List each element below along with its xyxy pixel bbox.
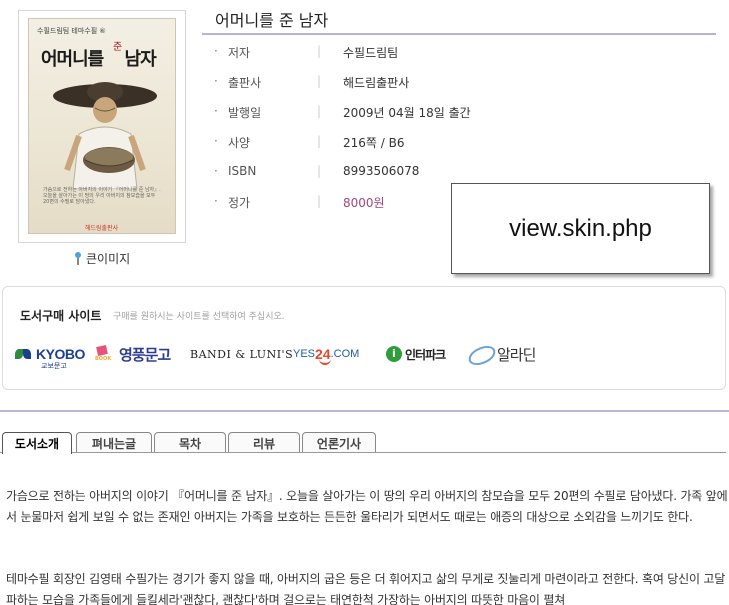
kyobo-logo-icon bbox=[15, 347, 33, 361]
aladin-name: 알라딘 bbox=[497, 345, 536, 364]
tab-intro[interactable]: 도서소개 bbox=[2, 432, 72, 454]
info-separator: | bbox=[317, 164, 322, 178]
bullet-icon: · bbox=[214, 74, 218, 88]
info-label: 출판사 bbox=[228, 76, 262, 90]
info-separator: | bbox=[317, 134, 322, 148]
kyobo-sub: 교보문고 bbox=[41, 362, 67, 370]
purchase-sites-panel: 도서구매 사이트 구매를 원하시는 사이트를 선택하여 주십시오. KYOBO … bbox=[2, 286, 726, 390]
skin-file-label: view.skin.php bbox=[509, 214, 652, 242]
info-value: 2009년 04월 18일 출간 bbox=[343, 106, 471, 120]
store-link-yes24[interactable]: YES 24 .COM bbox=[293, 343, 359, 365]
info-label: 정가 bbox=[228, 196, 251, 210]
info-row-spec: · 사양 | 216쪽 / B6 bbox=[202, 134, 716, 164]
interpark-logo-icon bbox=[386, 346, 402, 362]
intro-paragraph-1: 가슴으로 전하는 아버지의 이야기 『어머니를 준 남자』. 오늘을 살아가는 … bbox=[6, 489, 728, 524]
interpark-name: 인터파크 bbox=[405, 347, 446, 362]
cover-title-accent: 준 bbox=[113, 42, 123, 53]
bullet-icon: · bbox=[214, 164, 218, 178]
cover-blurb: 가슴으로 전하는 아버지의 이야기 『어머니를 준 남자』. 오늘을 살아가는 … bbox=[43, 187, 161, 205]
info-label: 사양 bbox=[228, 136, 251, 150]
store-link-kyobo[interactable]: KYOBO 교보문고 bbox=[15, 343, 85, 370]
info-value: 216쪽 / B6 bbox=[343, 136, 405, 150]
cover-title-main: 어머니를 bbox=[41, 49, 104, 70]
bandi-name: BANDI & LUNI'S bbox=[190, 347, 294, 361]
info-separator: | bbox=[317, 194, 322, 208]
store-link-bandi[interactable]: BANDI & LUNI'S bbox=[190, 343, 293, 365]
kyobo-name: KYOBO bbox=[36, 346, 85, 362]
enlarge-image-link[interactable]: 큰이미지 bbox=[74, 250, 130, 267]
tab-contents[interactable]: 목차 bbox=[154, 432, 226, 453]
aladin-lamp-icon bbox=[466, 344, 496, 364]
tab-preface[interactable]: 펴내는글 bbox=[76, 432, 152, 453]
store-link-youngpoong[interactable]: 영풍문고 bbox=[95, 343, 171, 365]
youngpoong-name: 영풍문고 bbox=[119, 345, 171, 364]
tab-press[interactable]: 언론기사 bbox=[302, 432, 376, 453]
enlarge-image-label: 큰이미지 bbox=[86, 252, 131, 266]
bullet-icon: · bbox=[214, 44, 218, 58]
purchase-hint: 구매를 원하시는 사이트를 선택하여 주십시오. bbox=[113, 312, 285, 322]
intro-paragraph-2: 테마수필 회장인 김영태 수필가는 경기가 좋지 않을 때, 아버지의 굽은 등… bbox=[6, 572, 726, 605]
bullet-icon: · bbox=[214, 104, 218, 118]
info-separator: | bbox=[317, 104, 322, 118]
title-divider bbox=[202, 33, 716, 35]
price-value: 8000원 bbox=[343, 196, 385, 210]
info-value: 해드림출판사 bbox=[343, 76, 410, 90]
book-title: 어머니를 준 남자 bbox=[215, 11, 329, 30]
info-label: ISBN bbox=[228, 164, 257, 178]
info-label: 저자 bbox=[228, 46, 251, 60]
book-cover-frame[interactable]: 수필드림팀 테마수필 ⑥ 어머니를 남자 준 가슴으로 전하는 아버지의 이야기… bbox=[18, 10, 186, 243]
skin-file-label-box: view.skin.php bbox=[451, 183, 710, 274]
detail-tabs: 도서소개 펴내는글 목차 리뷰 언론기사 bbox=[2, 432, 728, 454]
info-separator: | bbox=[317, 74, 322, 88]
info-row-publisher: · 출판사 | 해드림출판사 bbox=[202, 74, 716, 104]
book-cover-image[interactable]: 수필드림팀 테마수필 ⑥ 어머니를 남자 준 가슴으로 전하는 아버지의 이야기… bbox=[28, 18, 176, 234]
youngpoong-logo-icon bbox=[95, 346, 117, 362]
info-label: 발행일 bbox=[228, 106, 262, 120]
info-row-pubdate: · 발행일 | 2009년 04월 18일 출간 bbox=[202, 104, 716, 134]
yes24-smile-icon bbox=[319, 359, 331, 365]
info-separator: | bbox=[317, 44, 322, 58]
purchase-title: 도서구매 사이트 bbox=[20, 309, 102, 323]
bullet-icon: · bbox=[214, 134, 218, 148]
info-value: 8993506078 bbox=[343, 164, 420, 178]
yes24-name-pre: YES bbox=[293, 348, 316, 360]
cover-title: 어머니를 남자 bbox=[41, 45, 157, 71]
bullet-icon: · bbox=[214, 194, 218, 208]
cover-publisher: 해드림출판사 bbox=[85, 225, 119, 232]
info-value: 수필드림팀 bbox=[343, 46, 399, 60]
tabs-baseline bbox=[0, 452, 726, 453]
pin-icon bbox=[74, 252, 82, 265]
yes24-name-post: .COM bbox=[330, 348, 360, 360]
section-divider bbox=[0, 410, 729, 412]
cover-title-end: 남자 bbox=[124, 49, 157, 70]
farmer-illustration bbox=[53, 82, 157, 189]
tab-review[interactable]: 리뷰 bbox=[228, 432, 300, 453]
info-row-author: · 저자 | 수필드림팀 bbox=[202, 44, 716, 74]
store-link-interpark[interactable]: 인터파크 bbox=[386, 343, 446, 365]
store-link-aladin[interactable]: 알라딘 bbox=[466, 343, 536, 365]
cover-series-label: 수필드림팀 테마수필 ⑥ bbox=[37, 27, 106, 35]
